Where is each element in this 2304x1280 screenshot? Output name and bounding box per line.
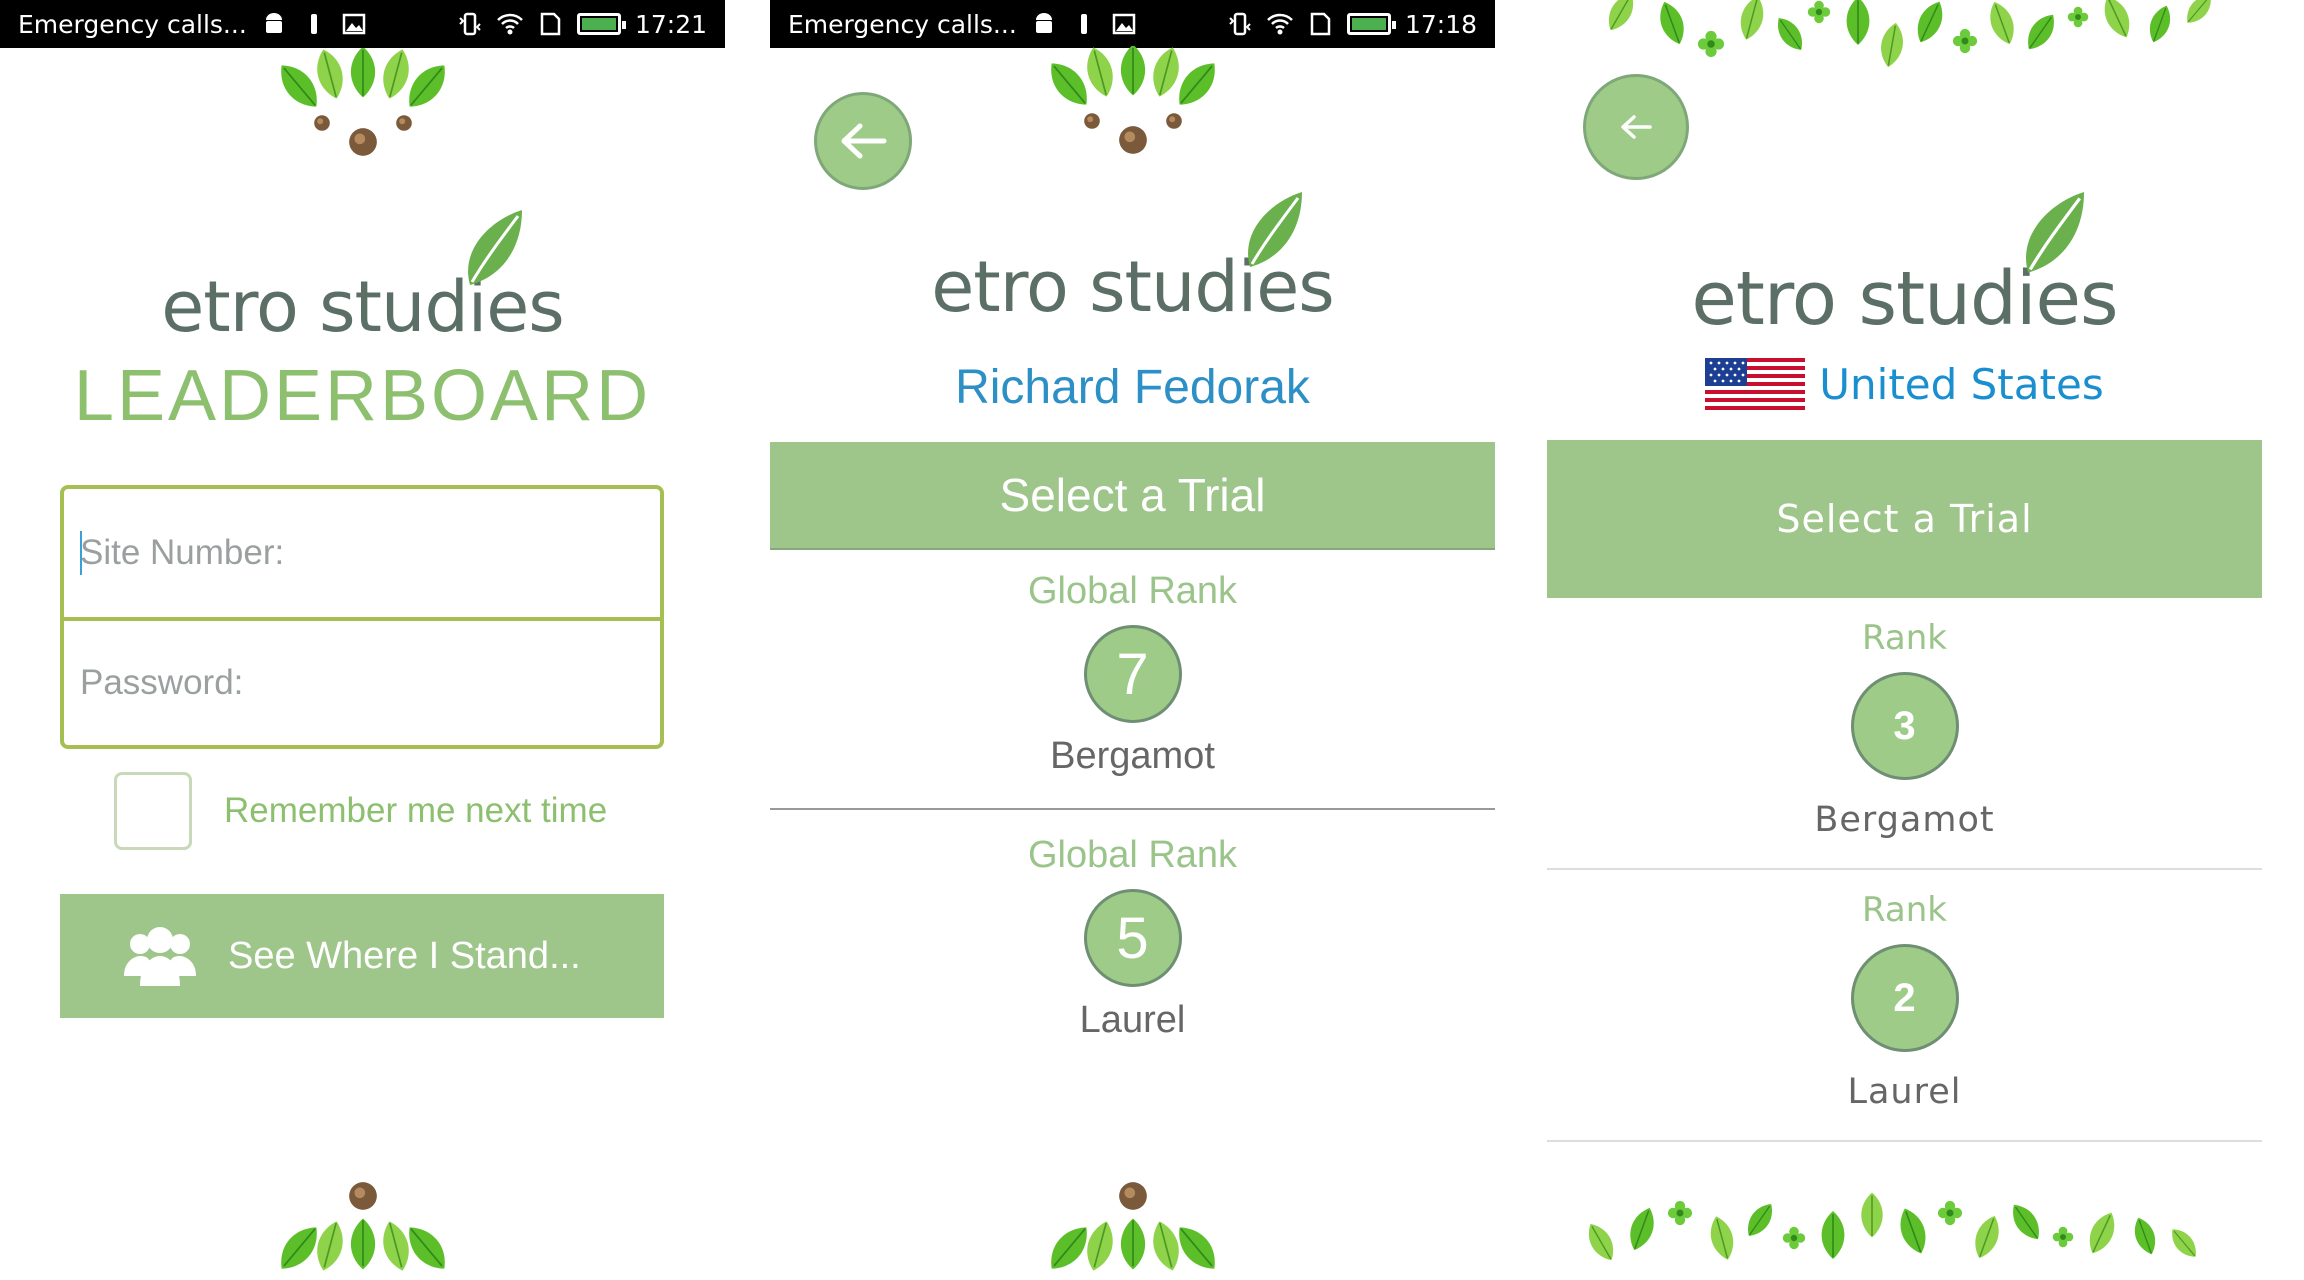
back-button[interactable] — [1583, 74, 1689, 180]
sim-icon — [1310, 12, 1331, 36]
rank-value: 2 — [1893, 975, 1916, 1020]
status-notification: Emergency calls... — [18, 9, 247, 39]
sim-icon — [540, 12, 561, 36]
image-icon — [342, 13, 366, 35]
usb-icon — [1080, 14, 1087, 34]
remember-label: Remember me next time — [224, 791, 608, 830]
user-name: Richard Fedorak — [955, 361, 1310, 414]
country-name: United States — [1819, 359, 2104, 409]
trial-name: Bergamot — [1814, 800, 1995, 840]
logo-text: etro studies — [931, 246, 1335, 328]
logo-text: etro studies — [161, 266, 565, 348]
status-time: 17:21 — [634, 9, 707, 39]
trial-rank-item[interactable]: Rank 3 Bergamot — [1547, 618, 2262, 840]
select-trial-label: Select a Trial — [999, 469, 1266, 521]
leaf-garland-bottom — [1581, 1191, 2203, 1266]
etro-logo: etro studies — [0, 210, 725, 348]
status-time: 17:18 — [1404, 9, 1477, 39]
logo-leaf-icon — [1248, 192, 1302, 267]
select-trial-label: Select a Trial — [1776, 497, 2033, 541]
rank-badge: 2 — [1850, 944, 1959, 1052]
rank-label: Rank — [1862, 618, 1947, 658]
usb-icon — [310, 14, 317, 34]
country-trial-screen: etro studies United States Select a Tria… — [1547, 0, 2262, 1280]
see-where-i-stand-label: See Where I Stand... — [228, 934, 581, 977]
back-button[interactable] — [814, 92, 912, 190]
login-screen: Emergency calls... 17:21 etro studies LE… — [0, 0, 725, 1280]
remember-checkbox[interactable] — [114, 772, 192, 850]
login-form: Site Number: Password: — [60, 485, 664, 749]
rank-badge: 3 — [1850, 672, 1959, 780]
rank-label: Global Rank — [1027, 570, 1238, 612]
logo-text: etro studies — [1691, 256, 2118, 342]
logo-leaf-icon — [2026, 192, 2085, 273]
text-caret — [80, 531, 82, 575]
image-icon — [1112, 13, 1136, 35]
page-title: LEADERBOARD — [73, 356, 652, 436]
rank-badge: 5 — [1083, 889, 1182, 987]
password-placeholder: Password: — [80, 663, 244, 702]
users-icon — [124, 927, 196, 986]
leaf-ornament-top — [270, 48, 455, 156]
etro-logo: etro studies — [770, 192, 1495, 322]
divider — [770, 808, 1495, 810]
android-icon — [265, 13, 282, 33]
select-trial-header: Select a Trial — [770, 442, 1495, 550]
remember-me-row: Remember me next time — [114, 772, 607, 850]
arrow-left-icon — [1621, 115, 1652, 139]
divider — [1547, 1140, 2262, 1142]
rank-value: 7 — [1116, 641, 1149, 707]
trial-rank-item[interactable]: Rank 2 Laurel — [1547, 890, 2262, 1112]
see-where-i-stand-button[interactable]: See Where I Stand... — [60, 894, 664, 1018]
vibrate-icon — [1229, 12, 1251, 36]
trial-name: Bergamot — [1050, 735, 1215, 777]
arrow-left-icon — [841, 123, 887, 159]
rank-value: 5 — [1116, 905, 1149, 971]
site-number-field[interactable]: Site Number: — [64, 489, 660, 617]
rank-badge: 7 — [1083, 625, 1182, 723]
battery-icon — [576, 13, 626, 35]
us-flag-icon — [1705, 358, 1806, 410]
wifi-icon — [1267, 13, 1293, 35]
password-field[interactable]: Password: — [64, 617, 660, 745]
battery-icon — [1346, 13, 1396, 35]
country-row: United States — [1547, 358, 2262, 410]
trial-rank-item[interactable]: Global Rank 5 Laurel — [770, 834, 1495, 1042]
divider — [1547, 868, 2262, 870]
status-bar: Emergency calls... 17:21 — [0, 0, 725, 48]
site-number-placeholder: Site Number: — [80, 533, 285, 572]
leaf-ornament-bottom — [270, 1182, 455, 1278]
trial-rank-item[interactable]: Global Rank 7 Bergamot — [770, 570, 1495, 778]
trial-list-screen: Emergency calls... 17:18 etro studies Ri… — [770, 0, 1495, 1280]
wifi-icon — [497, 13, 523, 35]
android-icon — [1035, 13, 1052, 33]
etro-logo: etro studies — [1547, 192, 2262, 336]
trial-name: Laurel — [1847, 1072, 1962, 1112]
rank-label: Global Rank — [1027, 834, 1238, 876]
leaf-ornament-bottom — [1040, 1182, 1225, 1278]
status-bar: Emergency calls... 17:18 — [770, 0, 1495, 48]
status-notification: Emergency calls... — [788, 9, 1017, 39]
rank-label: Rank — [1862, 890, 1947, 930]
leaf-ornament-top — [1040, 46, 1225, 154]
trial-name: Laurel — [1079, 999, 1186, 1041]
logo-leaf-icon — [468, 210, 522, 285]
rank-value: 3 — [1893, 703, 1916, 748]
select-trial-header: Select a Trial — [1547, 440, 2262, 598]
vibrate-icon — [459, 12, 481, 36]
